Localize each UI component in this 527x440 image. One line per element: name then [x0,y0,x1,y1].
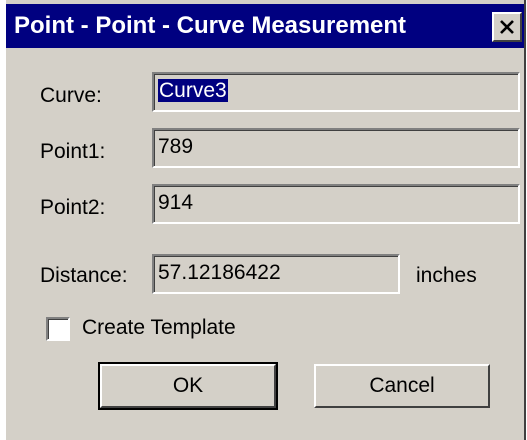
close-icon [500,20,514,34]
point2-field[interactable]: 914 [152,184,520,224]
create-template-checkbox[interactable] [46,317,70,341]
close-button[interactable] [492,12,522,42]
distance-label: Distance: [40,264,128,287]
distance-field: 57.12186422 [152,254,400,294]
title-bar[interactable]: Point - Point - Curve Measurement [6,4,524,48]
distance-unit: inches [416,264,477,287]
point1-field[interactable]: 789 [152,128,520,168]
curve-value: Curve3 [158,79,228,102]
create-template-label[interactable]: Create Template [82,316,236,340]
curve-field[interactable]: Curve3 [152,72,520,112]
ok-button[interactable]: OK [98,362,278,410]
cancel-button[interactable]: Cancel [314,364,490,408]
point1-label: Point1: [40,140,106,163]
window-title: Point - Point - Curve Measurement [14,12,407,39]
measurement-dialog: Point - Point - Curve Measurement Curve:… [4,0,526,440]
point2-label: Point2: [40,196,106,219]
curve-label: Curve: [40,84,102,107]
